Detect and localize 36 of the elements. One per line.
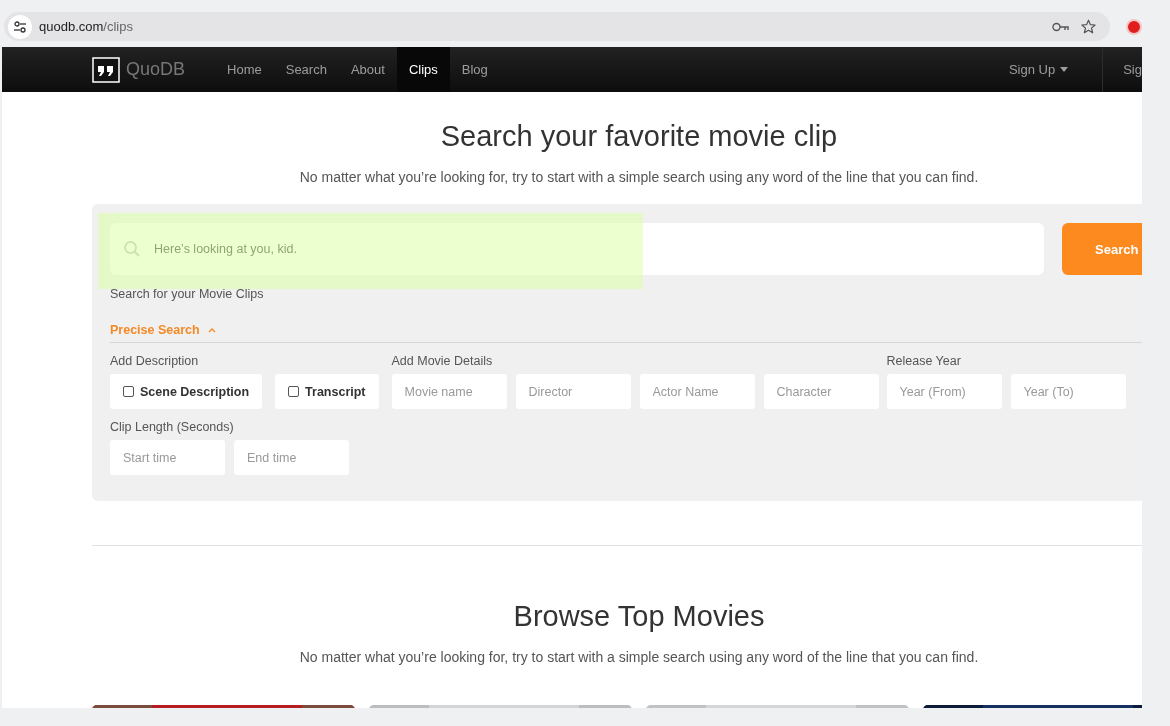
nav-link[interactable]: Search [273,47,339,92]
caret-icon [1060,67,1069,72]
nav-link[interactable]: About [338,47,397,92]
site-settings-icon[interactable] [8,14,32,39]
nav-link[interactable]: Sig [1103,47,1142,92]
search-icon [123,240,141,258]
nav-link[interactable]: Home [215,47,274,92]
section-title: Browse Top Movies [512,600,766,633]
input-field[interactable]: Start time [110,440,225,475]
input-field[interactable]: Director [515,374,631,409]
input-field[interactable]: Year (To) [1010,374,1126,409]
page-title: Search your favorite movie clip [439,120,839,153]
section-subtitle: No matter what you’re looking for, try to start with a simple search using any word of the line that you can find. [298,649,980,665]
checkbox[interactable]: Transcript [275,374,379,409]
record-icon[interactable] [1126,19,1142,35]
key-icon[interactable] [1052,21,1069,32]
input-field[interactable]: Movie name [391,374,507,409]
input-field[interactable]: End time [234,440,349,475]
group-label: Add Description [110,354,200,369]
url-text[interactable]: quodb.com/clips [39,19,133,34]
checkbox[interactable]: Scene Description [110,374,263,409]
nav-link[interactable]: Blog [449,47,500,92]
input-field[interactable]: Year (From) [886,374,1002,409]
logo-text[interactable]: QuoDB [126,59,186,80]
input-field[interactable]: Character [763,374,879,409]
page-subtitle: No matter what you’re looking for, try to start with a simple search using any word of the line that you can find. [298,169,980,185]
star-icon[interactable] [1081,19,1096,34]
dropdown-menu[interactable]: Sign Up [996,47,1081,92]
group-label: Clip Length (Seconds) [110,420,235,435]
nav-link[interactable]: Clips [396,47,450,92]
input-field[interactable]: Actor Name [639,374,755,409]
group-label: Release Year [886,354,962,369]
caret-icon [207,327,216,333]
logo-icon[interactable] [92,56,120,83]
help-text: Search for your Movie Clips [110,287,265,301]
group-label: Add Movie Details [391,354,494,369]
